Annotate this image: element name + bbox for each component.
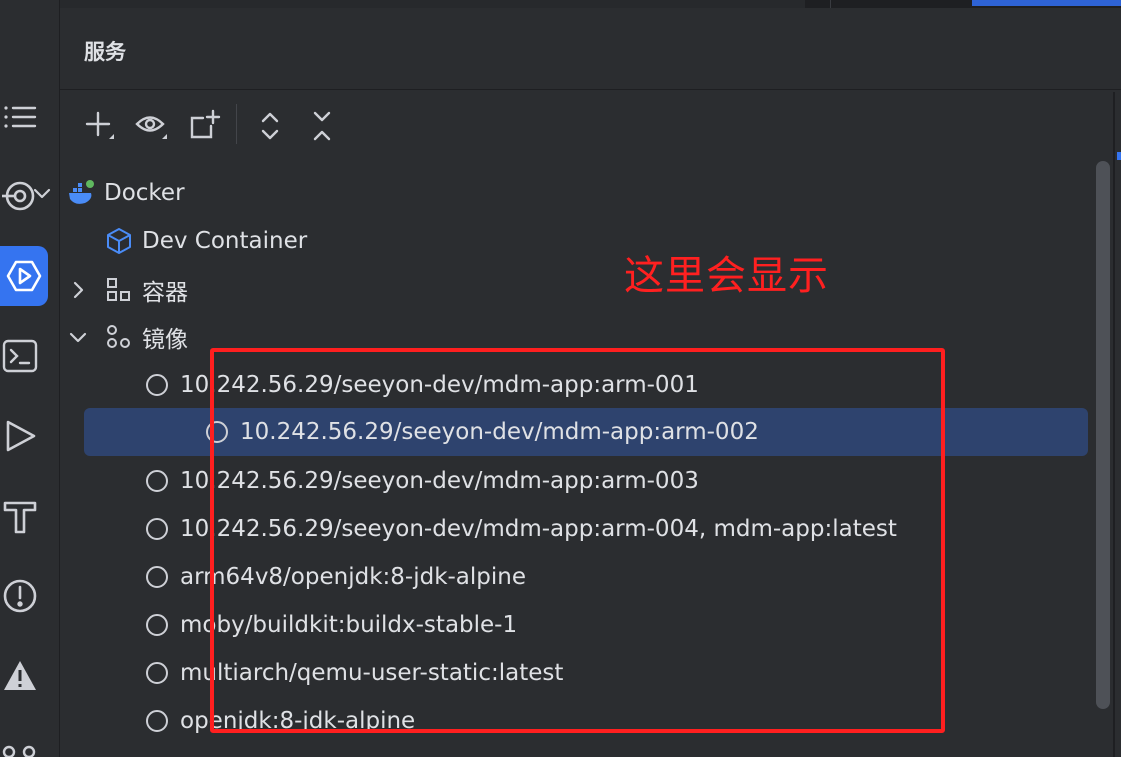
panel-header: 服务	[60, 8, 1121, 90]
image-status-icon	[142, 562, 172, 592]
image-status-icon	[142, 370, 172, 400]
editor-gutter	[830, 0, 970, 8]
collapse-all-icon	[313, 111, 331, 141]
new-tab-button[interactable]	[184, 106, 224, 146]
expand-all-button[interactable]	[250, 106, 290, 146]
image-status-icon	[142, 658, 172, 688]
annotation-text: 这里会显示	[624, 253, 829, 299]
right-scroll-marker	[1117, 152, 1121, 160]
plus-icon	[85, 111, 114, 139]
containers-icon	[104, 275, 134, 305]
structure-tool-button[interactable]	[0, 97, 40, 137]
toolbar-separator	[236, 104, 237, 144]
editor-accent-bar	[972, 0, 1121, 6]
editor-tab-strip	[60, 0, 1121, 8]
tree-node-containers[interactable]: 容器	[24, 270, 1028, 310]
run-icon	[6, 420, 36, 452]
image-status-icon	[142, 466, 172, 496]
tree-node-label: 镜像	[142, 327, 188, 353]
image-status-icon	[142, 514, 172, 544]
project-file-list	[60, 0, 805, 8]
tree-node-dev-container[interactable]: Dev Container	[24, 221, 1028, 261]
annotation-highlight-box	[210, 348, 945, 733]
eye-icon	[135, 116, 167, 139]
chevron-down-icon[interactable]	[66, 325, 90, 349]
images-icon	[104, 322, 134, 352]
image-status-icon	[142, 610, 172, 640]
services-toolbar	[60, 90, 1115, 160]
docker-icon	[66, 178, 96, 208]
chevron-right-icon[interactable]	[66, 278, 90, 302]
list-icon	[4, 106, 37, 128]
chevron-down-icon[interactable]	[30, 181, 54, 205]
panel-title: 服务	[84, 40, 126, 64]
tree-scrollbar-thumb[interactable]	[1096, 161, 1110, 709]
add-tab-icon	[190, 109, 221, 139]
view-options-button[interactable]	[132, 106, 172, 146]
collapse-all-button[interactable]	[302, 106, 342, 146]
cube-icon	[104, 226, 134, 256]
panel-divider	[1113, 92, 1115, 757]
add-service-button[interactable]	[80, 106, 120, 146]
image-status-icon	[142, 706, 172, 736]
tree-node-docker[interactable]: Docker	[24, 173, 1028, 213]
expand-all-icon	[261, 112, 279, 140]
tree-node-label: Docker	[104, 180, 185, 206]
tree-node-label: Dev Container	[142, 228, 308, 254]
run-tool-button[interactable]	[0, 416, 40, 456]
tree-node-label: 容器	[142, 280, 188, 306]
